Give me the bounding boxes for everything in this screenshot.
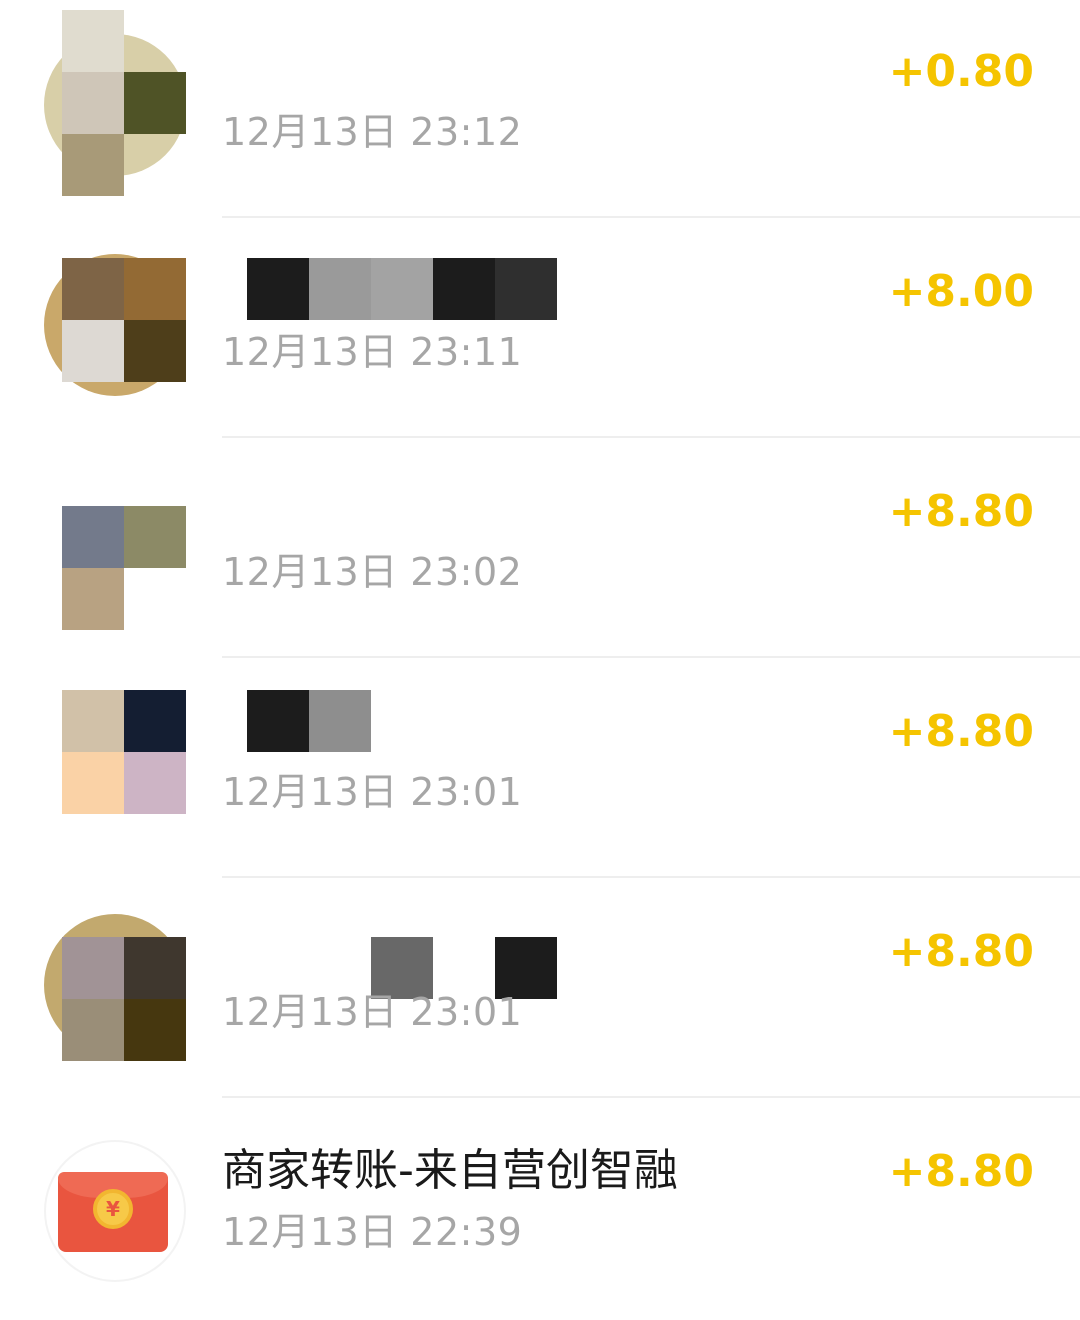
transaction-amount: +8.80 bbox=[888, 706, 1034, 757]
transaction-amount: +8.80 bbox=[888, 1146, 1034, 1197]
list-item[interactable]: 12月13日 23:02 +8.80 bbox=[0, 440, 1080, 660]
yuan-coin-icon: ¥ bbox=[93, 1189, 133, 1229]
red-packet-envelope: ¥ bbox=[58, 1172, 168, 1252]
transaction-time: 12月13日 23:02 bbox=[222, 550, 523, 594]
transaction-amount: +0.80 bbox=[888, 46, 1034, 97]
avatar-mosaic bbox=[62, 690, 186, 814]
transaction-time: 12月13日 23:01 bbox=[222, 990, 523, 1034]
list-item[interactable]: 12月13日 23:01 +8.80 bbox=[0, 660, 1080, 880]
transaction-time: 12月13日 23:01 bbox=[222, 770, 523, 814]
transaction-time: 12月13日 22:39 bbox=[222, 1210, 523, 1254]
transaction-list: 12月13日 23:12 +0.80 12月13日 23:11 +8.00 12… bbox=[0, 0, 1080, 1308]
transaction-time: 12月13日 23:11 bbox=[222, 330, 523, 374]
avatar-mosaic bbox=[62, 506, 186, 630]
divider bbox=[222, 656, 1080, 658]
transaction-time: 12月13日 23:12 bbox=[222, 110, 523, 154]
transaction-amount: +8.80 bbox=[888, 926, 1034, 977]
list-item[interactable]: 12月13日 23:12 +0.80 bbox=[0, 0, 1080, 220]
divider bbox=[222, 436, 1080, 438]
transaction-title: 商家转账-来自营创智融 bbox=[222, 1145, 678, 1196]
list-item[interactable]: 12月13日 23:01 +8.80 bbox=[0, 880, 1080, 1100]
avatar-mosaic bbox=[62, 0, 186, 196]
red-packet-icon: ¥ bbox=[44, 1140, 186, 1282]
transaction-amount: +8.80 bbox=[888, 486, 1034, 537]
list-item[interactable]: 12月13日 23:11 +8.00 bbox=[0, 220, 1080, 440]
divider bbox=[222, 216, 1080, 218]
divider bbox=[222, 1096, 1080, 1098]
transaction-amount: +8.00 bbox=[888, 266, 1034, 317]
avatar-mosaic bbox=[62, 937, 186, 1061]
divider bbox=[222, 876, 1080, 878]
avatar-mosaic bbox=[62, 258, 186, 382]
list-item[interactable]: ¥ 商家转账-来自营创智融 12月13日 22:39 +8.80 bbox=[0, 1100, 1080, 1320]
